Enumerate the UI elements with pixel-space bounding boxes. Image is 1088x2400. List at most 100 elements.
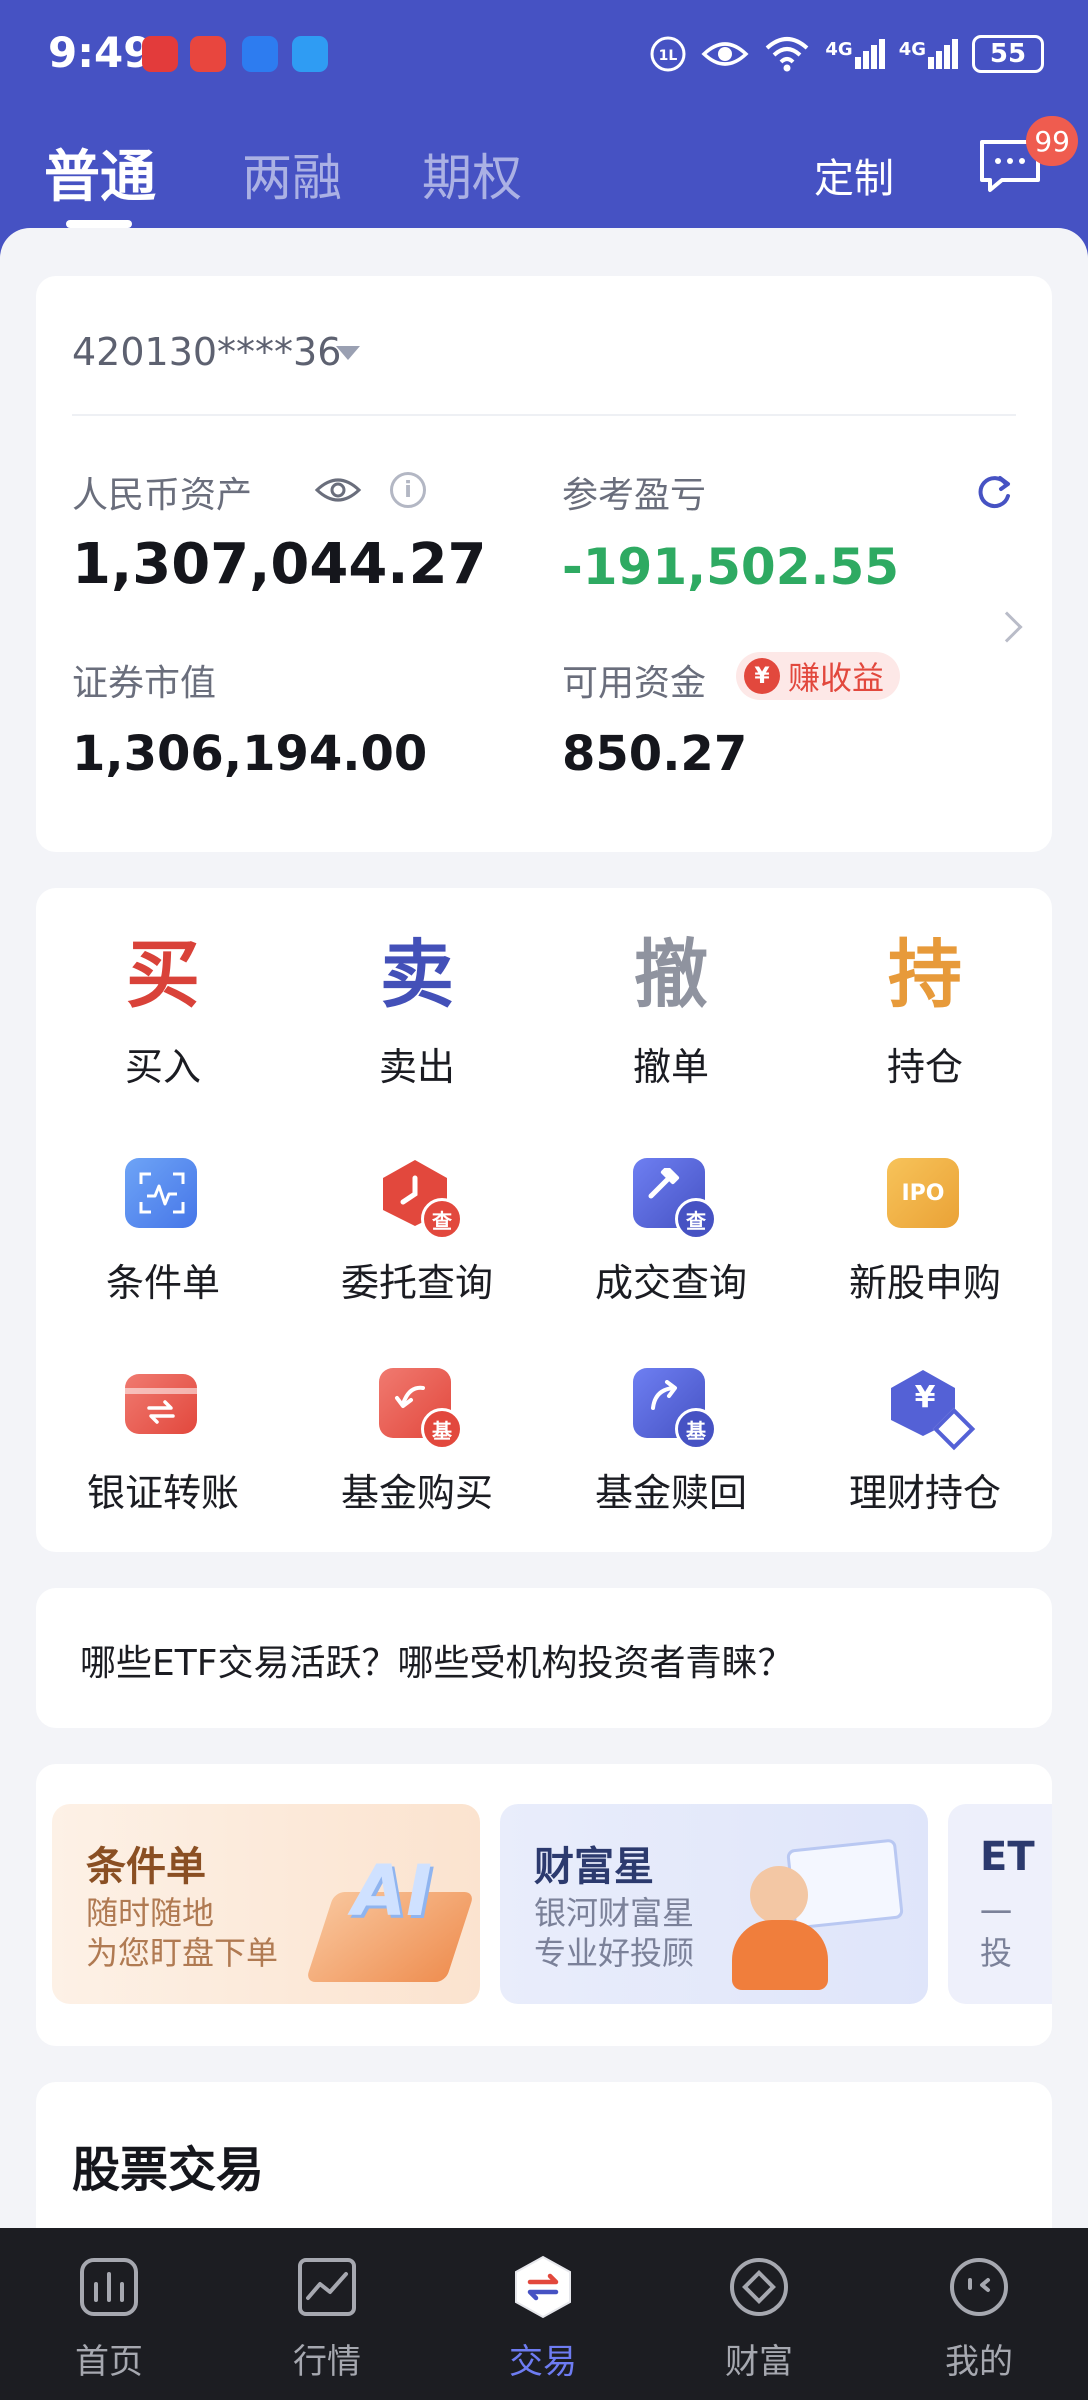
ipo-text: IPO xyxy=(887,1158,959,1228)
conditional-order-icon xyxy=(125,1154,201,1230)
cancel-order-icon: 撤 xyxy=(634,932,708,1018)
signal-icon: 4G xyxy=(899,39,958,69)
nav-home[interactable]: 首页 xyxy=(34,2254,184,2383)
ipo-subscribe-label: 新股申购 xyxy=(848,1261,1001,1305)
nav-trade[interactable]: 交易 xyxy=(468,2254,618,2383)
ai-art-text: AI xyxy=(352,1850,433,1932)
svg-text:1L: 1L xyxy=(659,48,678,64)
chevron-right-icon[interactable] xyxy=(991,611,1023,643)
holdings-button[interactable]: 持 持仓 xyxy=(798,930,1052,1091)
deal-query-label: 成交查询 xyxy=(594,1261,747,1305)
fund-redeem-label: 基金赎回 xyxy=(594,1471,747,1515)
fund-buy-label: 基金购买 xyxy=(340,1471,493,1515)
banner-conditional-order[interactable]: 条件单 随时随地 为您盯盘下单 AI xyxy=(52,1804,480,2004)
ipo-icon: IPO xyxy=(887,1154,963,1230)
order-query-label: 委托查询 xyxy=(340,1261,493,1305)
etf-question-text: 哪些ETF交易活跃？哪些受机构投资者青睐？ xyxy=(80,1643,794,1684)
header-bar: 9:49 1L 4G 4G 55 普通 两融 期权 定制 99 xyxy=(0,0,1088,260)
nav-market[interactable]: 行情 xyxy=(252,2254,402,2383)
bank-transfer-button[interactable]: 银证转账 xyxy=(36,1364,290,1517)
buy-button[interactable]: 买 买入 xyxy=(36,930,290,1091)
info-icon[interactable]: i xyxy=(390,472,426,508)
eye-comfort-icon xyxy=(701,42,749,66)
deal-query-button[interactable]: 查 成交查询 xyxy=(544,1154,798,1307)
ipo-subscribe-button[interactable]: IPO 新股申购 xyxy=(798,1154,1052,1307)
banner-title: 条件单 xyxy=(86,1844,206,1890)
divider xyxy=(72,414,1016,416)
securities-value: 1,306,194.00 xyxy=(72,726,428,782)
securities-value-label: 证券市值 xyxy=(72,663,217,704)
advisor-illustration xyxy=(750,1866,808,1924)
nav-mine[interactable]: 我的 xyxy=(904,2254,1054,2383)
tab-options[interactable]: 期权 xyxy=(422,138,522,210)
message-button[interactable]: 99 xyxy=(978,116,1078,194)
banner-title: ET xyxy=(980,1834,1035,1880)
banner-etf[interactable]: ET 一 投 xyxy=(948,1804,1052,2004)
bottom-navigation: 首页 行情 交易 财富 我的 xyxy=(0,2228,1088,2400)
fund-badge: 基 xyxy=(675,1408,717,1450)
app-notification-icon xyxy=(142,36,178,72)
fund-redeem-icon: 基 xyxy=(633,1364,717,1450)
cancel-order-button[interactable]: 撤 撤单 xyxy=(544,930,798,1091)
sell-label: 卖出 xyxy=(378,1045,455,1089)
account-dropdown-icon[interactable] xyxy=(336,346,360,360)
query-badge: 查 xyxy=(421,1198,463,1240)
wealth-holding-icon: ¥ xyxy=(887,1364,976,1451)
status-icons: 1L 4G 4G 55 xyxy=(649,34,1044,74)
pnl-value: -191,502.55 xyxy=(562,538,900,596)
banner-line: 为您盯盘下单 xyxy=(86,1934,279,1972)
pnl-label: 参考盈亏 xyxy=(562,475,707,516)
customize-button[interactable]: 定制 xyxy=(814,146,894,204)
order-query-icon: 查 xyxy=(379,1154,463,1240)
order-query-button[interactable]: 查 委托查询 xyxy=(290,1154,544,1307)
network-type-label: 4G xyxy=(825,39,853,60)
profile-icon xyxy=(950,2258,1008,2316)
cancel-order-label: 撤单 xyxy=(632,1045,709,1089)
yuan-icon: ¥ xyxy=(914,1380,936,1415)
account-type-tabs: 普通 两融 期权 定制 99 xyxy=(0,116,1088,230)
bank-transfer-icon xyxy=(125,1364,201,1440)
eye-icon[interactable] xyxy=(314,472,362,508)
rmb-assets-value: 1,307,044.27 xyxy=(72,532,487,597)
promo-banners: 条件单 随时随地 为您盯盘下单 AI 财富星 银河财富星 专业好投顾 ET 一 … xyxy=(36,1764,1052,2046)
earn-badge[interactable]: ¥ 赚收益 xyxy=(736,652,901,700)
nav-label: 我的 xyxy=(945,2342,1013,2382)
banner-line: 投 xyxy=(980,1934,1013,1972)
available-funds-value: 850.27 xyxy=(562,726,748,782)
home-icon xyxy=(80,2258,138,2316)
tab-margin[interactable]: 两融 xyxy=(242,138,342,210)
battery-icon: 55 xyxy=(972,35,1044,73)
buy-label: 买入 xyxy=(124,1045,201,1089)
nav-label: 行情 xyxy=(293,2342,361,2382)
fund-redeem-button[interactable]: 基 基金赎回 xyxy=(544,1364,798,1517)
app-notification-icon xyxy=(190,36,226,72)
advisor-body-illustration xyxy=(732,1920,828,1990)
wealth-holding-label: 理财持仓 xyxy=(848,1471,1001,1515)
holdings-label: 持仓 xyxy=(886,1045,963,1089)
nav-label: 首页 xyxy=(75,2342,143,2382)
bank-transfer-label: 银证转账 xyxy=(86,1471,239,1515)
tab-normal[interactable]: 普通 xyxy=(44,132,156,213)
fund-buy-icon: 基 xyxy=(379,1364,463,1450)
account-number[interactable]: 420130****36 xyxy=(72,330,341,374)
earn-label: 赚收益 xyxy=(788,659,885,697)
refresh-icon[interactable] xyxy=(974,472,1014,512)
trade-icon xyxy=(515,2255,571,2319)
app-notification-icon xyxy=(292,36,328,72)
yuan-icon: ¥ xyxy=(744,658,780,694)
fund-buy-button[interactable]: 基 基金购买 xyxy=(290,1364,544,1517)
wealth-holding-button[interactable]: ¥ 理财持仓 xyxy=(798,1364,1052,1517)
banner-wealth-star[interactable]: 财富星 银河财富星 专业好投顾 xyxy=(500,1804,928,2004)
conditional-order-button[interactable]: 条件单 xyxy=(36,1154,290,1307)
nav-wealth[interactable]: 财富 xyxy=(684,2254,834,2383)
sell-icon: 卖 xyxy=(380,932,454,1018)
sell-button[interactable]: 卖 卖出 xyxy=(290,930,544,1091)
nav-label: 财富 xyxy=(725,2342,793,2382)
rmb-assets-label: 人民币资产 xyxy=(72,475,253,516)
status-time: 9:49 xyxy=(48,28,153,77)
wifi-icon xyxy=(766,37,809,72)
etf-question-card[interactable]: 哪些ETF交易活跃？哪些受机构投资者青睐？ xyxy=(36,1588,1052,1728)
hd-icon: 1L xyxy=(650,36,686,72)
signal-icon: 4G xyxy=(825,39,885,69)
buy-icon: 买 xyxy=(126,932,200,1018)
